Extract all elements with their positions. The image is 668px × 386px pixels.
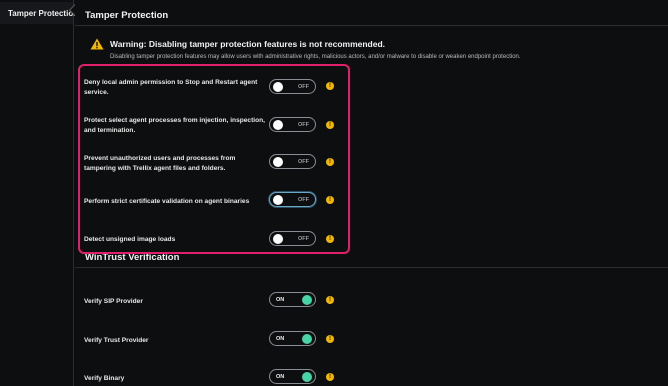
toggle-knob bbox=[273, 157, 283, 167]
nav-item-tamper-protection[interactable]: Tamper Protection bbox=[0, 2, 78, 24]
toggle-knob bbox=[302, 372, 312, 382]
toggle-verify-binary[interactable]: ON bbox=[269, 369, 316, 384]
toggle-detect-unsigned-images[interactable]: OFF bbox=[269, 231, 316, 246]
nav-item-label: Tamper Protection bbox=[8, 9, 79, 18]
info-icon[interactable]: ! bbox=[326, 196, 334, 204]
tamper-section-title: Tamper Protection bbox=[85, 10, 169, 21]
main-panel: Tamper Protection Warning: Disabling tam… bbox=[75, 0, 668, 386]
toggle-state: OFF bbox=[298, 158, 309, 165]
toggle-knob bbox=[273, 82, 283, 92]
left-nav: Tamper Protection bbox=[0, 0, 78, 386]
info-icon[interactable]: ! bbox=[326, 373, 334, 381]
setting-label-strict-cert-validation: Perform strict certificate validation on… bbox=[84, 198, 250, 205]
section-divider bbox=[75, 267, 668, 268]
section-divider bbox=[75, 25, 668, 26]
info-icon[interactable]: ! bbox=[326, 335, 334, 343]
setting-label-deny-admin-stop: Deny local admin permission to Stop and … bbox=[84, 79, 258, 96]
setting-label-protect-processes: Protect select agent processes from inje… bbox=[84, 117, 266, 134]
toggle-protect-processes[interactable]: OFF bbox=[269, 117, 316, 132]
toggle-state: ON bbox=[276, 296, 285, 303]
warning-title: Warning: Disabling tamper protection fea… bbox=[110, 39, 386, 49]
toggle-state: ON bbox=[276, 373, 285, 380]
toggle-knob bbox=[302, 295, 312, 305]
warning-body: Disabling tamper protection features may… bbox=[110, 54, 521, 60]
toggle-state: OFF bbox=[298, 235, 309, 242]
setting-label-prevent-tampering: Prevent unauthorized users and processes… bbox=[84, 155, 236, 172]
setting-label-verify-binary: Verify Binary bbox=[84, 375, 125, 382]
toggle-verify-trust-provider[interactable]: ON bbox=[269, 331, 316, 346]
wintrust-section-title: WinTrust Verification bbox=[85, 252, 180, 263]
toggle-prevent-tampering[interactable]: OFF bbox=[269, 154, 316, 169]
setting-label-verify-trust-provider: Verify Trust Provider bbox=[84, 337, 149, 344]
toggle-verify-sip-provider[interactable]: ON bbox=[269, 292, 316, 307]
toggle-knob bbox=[273, 195, 283, 205]
toggle-state: OFF bbox=[298, 196, 309, 203]
toggle-knob bbox=[273, 120, 283, 130]
info-icon[interactable]: ! bbox=[326, 82, 334, 90]
toggle-state: OFF bbox=[298, 121, 309, 128]
warning-icon bbox=[90, 37, 104, 55]
toggle-strict-cert-validation[interactable]: OFF bbox=[269, 192, 316, 207]
info-icon[interactable]: ! bbox=[326, 235, 334, 243]
toggle-deny-admin-stop[interactable]: OFF bbox=[269, 79, 316, 94]
info-icon[interactable]: ! bbox=[326, 296, 334, 304]
setting-label-detect-unsigned-images: Detect unsigned image loads bbox=[84, 236, 176, 243]
setting-label-verify-sip-provider: Verify SIP Provider bbox=[84, 298, 143, 305]
info-icon[interactable]: ! bbox=[326, 121, 334, 129]
toggle-knob bbox=[302, 334, 312, 344]
toggle-state: OFF bbox=[298, 83, 309, 90]
info-icon[interactable]: ! bbox=[326, 158, 334, 166]
toggle-state: ON bbox=[276, 335, 285, 342]
toggle-knob bbox=[273, 234, 283, 244]
